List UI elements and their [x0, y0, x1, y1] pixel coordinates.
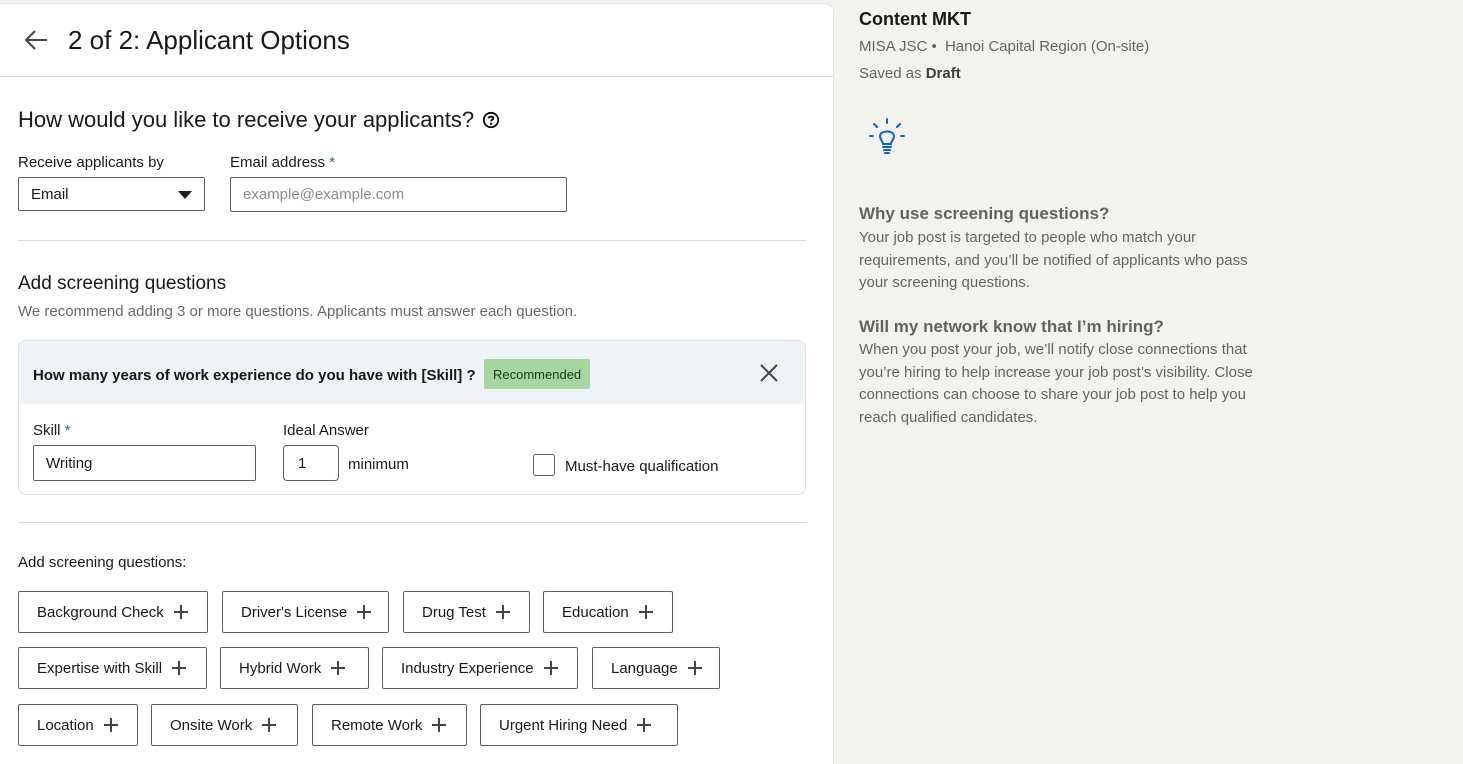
faq-answer: Your job post is targeted to people who … [859, 229, 1248, 291]
add-screening-label: Add screening questions: [18, 554, 187, 571]
close-icon [760, 364, 778, 382]
company-name: MISA JSC [859, 38, 928, 55]
plus-icon [543, 661, 558, 675]
chip-label: Hybrid Work [239, 659, 322, 677]
receive-method-value: Email [31, 185, 69, 203]
saved-status: Saved as Draft [859, 65, 961, 82]
plus-icon [687, 661, 702, 675]
add-question-chip-background-check[interactable]: Background Check [18, 591, 208, 633]
job-title: Content MKT [859, 9, 971, 29]
chip-label: Onsite Work [170, 716, 253, 734]
receive-method-select[interactable]: Email [18, 177, 205, 211]
required-asterisk: * [64, 422, 71, 439]
add-question-chip-education[interactable]: Education [543, 591, 673, 633]
ideal-answer-label: Ideal Answer [283, 422, 369, 439]
add-question-chip-language[interactable]: Language [592, 647, 720, 689]
chip-label: Industry Experience [401, 659, 534, 677]
chip-label: Driver's License [241, 603, 348, 621]
section-divider [18, 240, 806, 241]
minimum-label: minimum [348, 456, 409, 473]
question-circle-icon[interactable] [482, 111, 500, 129]
required-asterisk: * [329, 154, 336, 171]
page-title: 2 of 2: Applicant Options [68, 25, 350, 55]
plus-icon [432, 718, 447, 732]
receive-applicants-heading: How would you like to receive your appli… [18, 107, 500, 133]
faq-question: Will my network know that I’m hiring? [859, 317, 1164, 336]
add-question-chip-industry-experience[interactable]: Industry Experience [382, 647, 578, 689]
plus-icon [173, 605, 188, 619]
faq-question: Why use screening questions? [859, 204, 1110, 223]
chip-label: Education [562, 603, 629, 621]
screening-question-card: How many years of work experience do you… [18, 340, 806, 495]
plus-icon [638, 605, 653, 619]
add-question-chip-remote-work[interactable]: Remote Work [312, 704, 467, 746]
receive-applicants-question: How would you like to receive your appli… [18, 107, 475, 132]
skill-input[interactable] [33, 445, 256, 481]
chip-label: Urgent Hiring Need [499, 716, 628, 734]
recommended-badge: Recommended [484, 359, 591, 389]
section-divider [18, 522, 807, 523]
panel-header: 2 of 2: Applicant Options [0, 4, 833, 77]
meta-separator: • [931, 38, 937, 55]
remove-question-button[interactable] [757, 361, 781, 385]
lightbulb-icon [869, 118, 905, 154]
email-address-label-text: Email address [230, 154, 326, 171]
ideal-answer-input[interactable] [283, 445, 339, 481]
plus-icon [495, 605, 510, 619]
receive-method-label: Receive applicants by [18, 154, 164, 171]
email-address-label: Email address * [230, 154, 335, 171]
skill-label: Skill * [33, 422, 71, 439]
screening-section-title: Add screening questions [18, 273, 227, 294]
must-have-checkbox[interactable] [533, 454, 555, 476]
add-question-chip-hybrid-work[interactable]: Hybrid Work [220, 647, 369, 689]
saved-prefix: Saved as [859, 65, 922, 82]
job-location: Hanoi Capital Region (On-site) [944, 38, 1150, 55]
back-button[interactable] [20, 24, 52, 56]
plus-icon [172, 661, 187, 675]
chip-label: Expertise with Skill [37, 659, 163, 677]
arrow-left-icon [24, 30, 47, 50]
plus-icon [637, 718, 652, 732]
must-have-label[interactable]: Must-have qualification [565, 458, 718, 475]
plus-icon [331, 661, 346, 675]
saved-status-value: Draft [925, 65, 961, 82]
add-question-chip-location[interactable]: Location [18, 704, 138, 746]
plus-icon [357, 605, 372, 619]
chip-label: Remote Work [331, 716, 423, 734]
skill-label-text: Skill [33, 422, 61, 439]
question-card-header: How many years of work experience do you… [19, 341, 805, 404]
add-question-chip-drivers-license[interactable]: Driver's License [222, 591, 389, 633]
add-question-chip-onsite-work[interactable]: Onsite Work [151, 704, 298, 746]
plus-icon [103, 718, 118, 732]
applicant-options-panel: 2 of 2: Applicant Options How would you … [0, 4, 833, 764]
caret-down-icon [178, 191, 192, 199]
screening-question-text: How many years of work experience do you… [33, 367, 476, 384]
chip-label: Location [37, 716, 94, 734]
add-question-chip-urgent-hiring-need[interactable]: Urgent Hiring Need [480, 704, 678, 746]
add-question-chip-expertise-with-skill[interactable]: Expertise with Skill [18, 647, 207, 689]
chip-label: Drug Test [422, 603, 486, 621]
plus-icon [262, 718, 277, 732]
screening-section-subtitle: We recommend adding 3 or more questions.… [18, 303, 578, 320]
faq-answer: When you post your job, we’ll notify clo… [859, 341, 1253, 426]
chip-label: Background Check [37, 603, 164, 621]
job-meta: MISA JSC • Hanoi Capital Region (On-site… [859, 38, 1149, 55]
email-address-input[interactable] [230, 177, 567, 212]
chip-label: Language [611, 659, 678, 677]
add-question-chip-drug-test[interactable]: Drug Test [403, 591, 530, 633]
